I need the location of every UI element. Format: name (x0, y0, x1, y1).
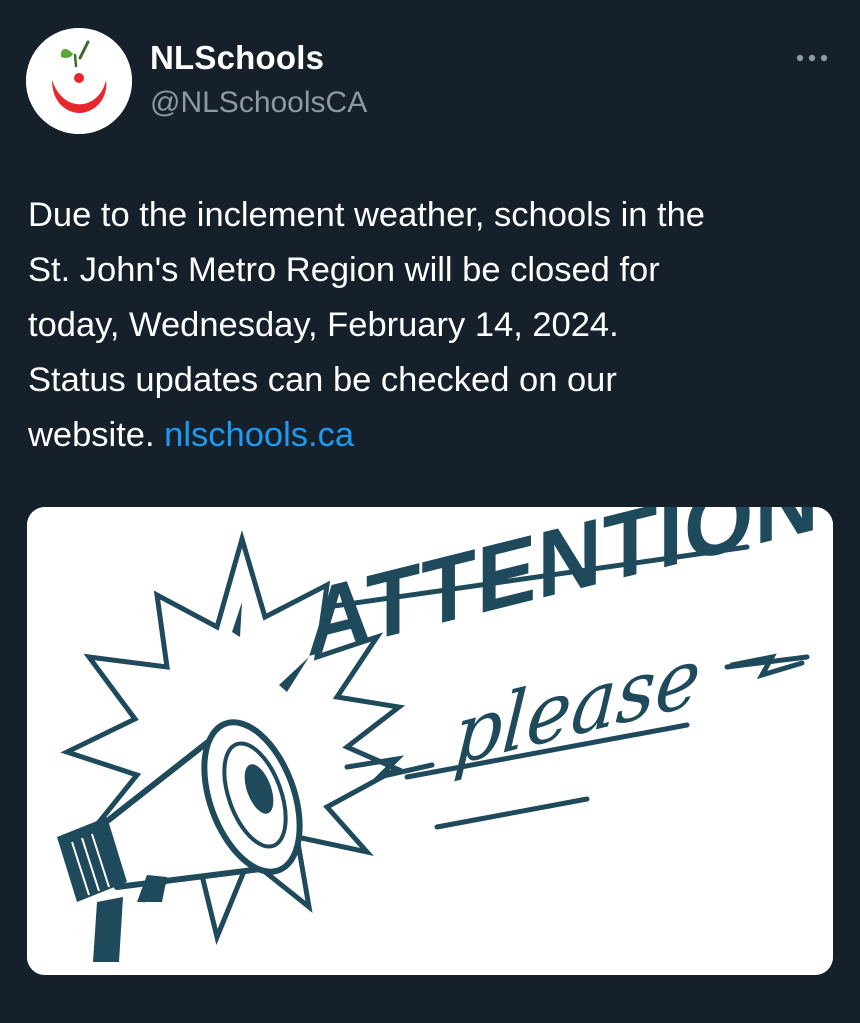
apple-logo-icon (26, 28, 132, 134)
more-options-button[interactable] (790, 44, 834, 72)
account-handle[interactable]: @NLSchoolsCA (150, 84, 367, 122)
tweet-text-line-last: website. nlschools.ca (28, 408, 838, 463)
tweet-text-line: Due to the inclement weather, schools in… (28, 196, 705, 234)
tweet-text-line: Status updates can be checked on our (28, 361, 617, 399)
website-link[interactable]: nlschools.ca (164, 416, 354, 454)
tweet-text-line: St. John's Metro Region will be closed f… (28, 251, 660, 289)
more-horizontal-icon (796, 54, 828, 62)
tweet-card: NLSchools @NLSchoolsCA Due to the inclem… (0, 0, 860, 1023)
tweet-text: Due to the inclement weather, schools in… (28, 188, 838, 463)
display-name[interactable]: NLSchools (150, 38, 324, 78)
avatar[interactable] (26, 28, 132, 134)
tweet-text-line: today, Wednesday, February 14, 2024. (28, 306, 619, 344)
tweet-media-image[interactable]: ATTENTION please (27, 507, 833, 975)
tweet-text-prefix: website. (28, 416, 165, 454)
